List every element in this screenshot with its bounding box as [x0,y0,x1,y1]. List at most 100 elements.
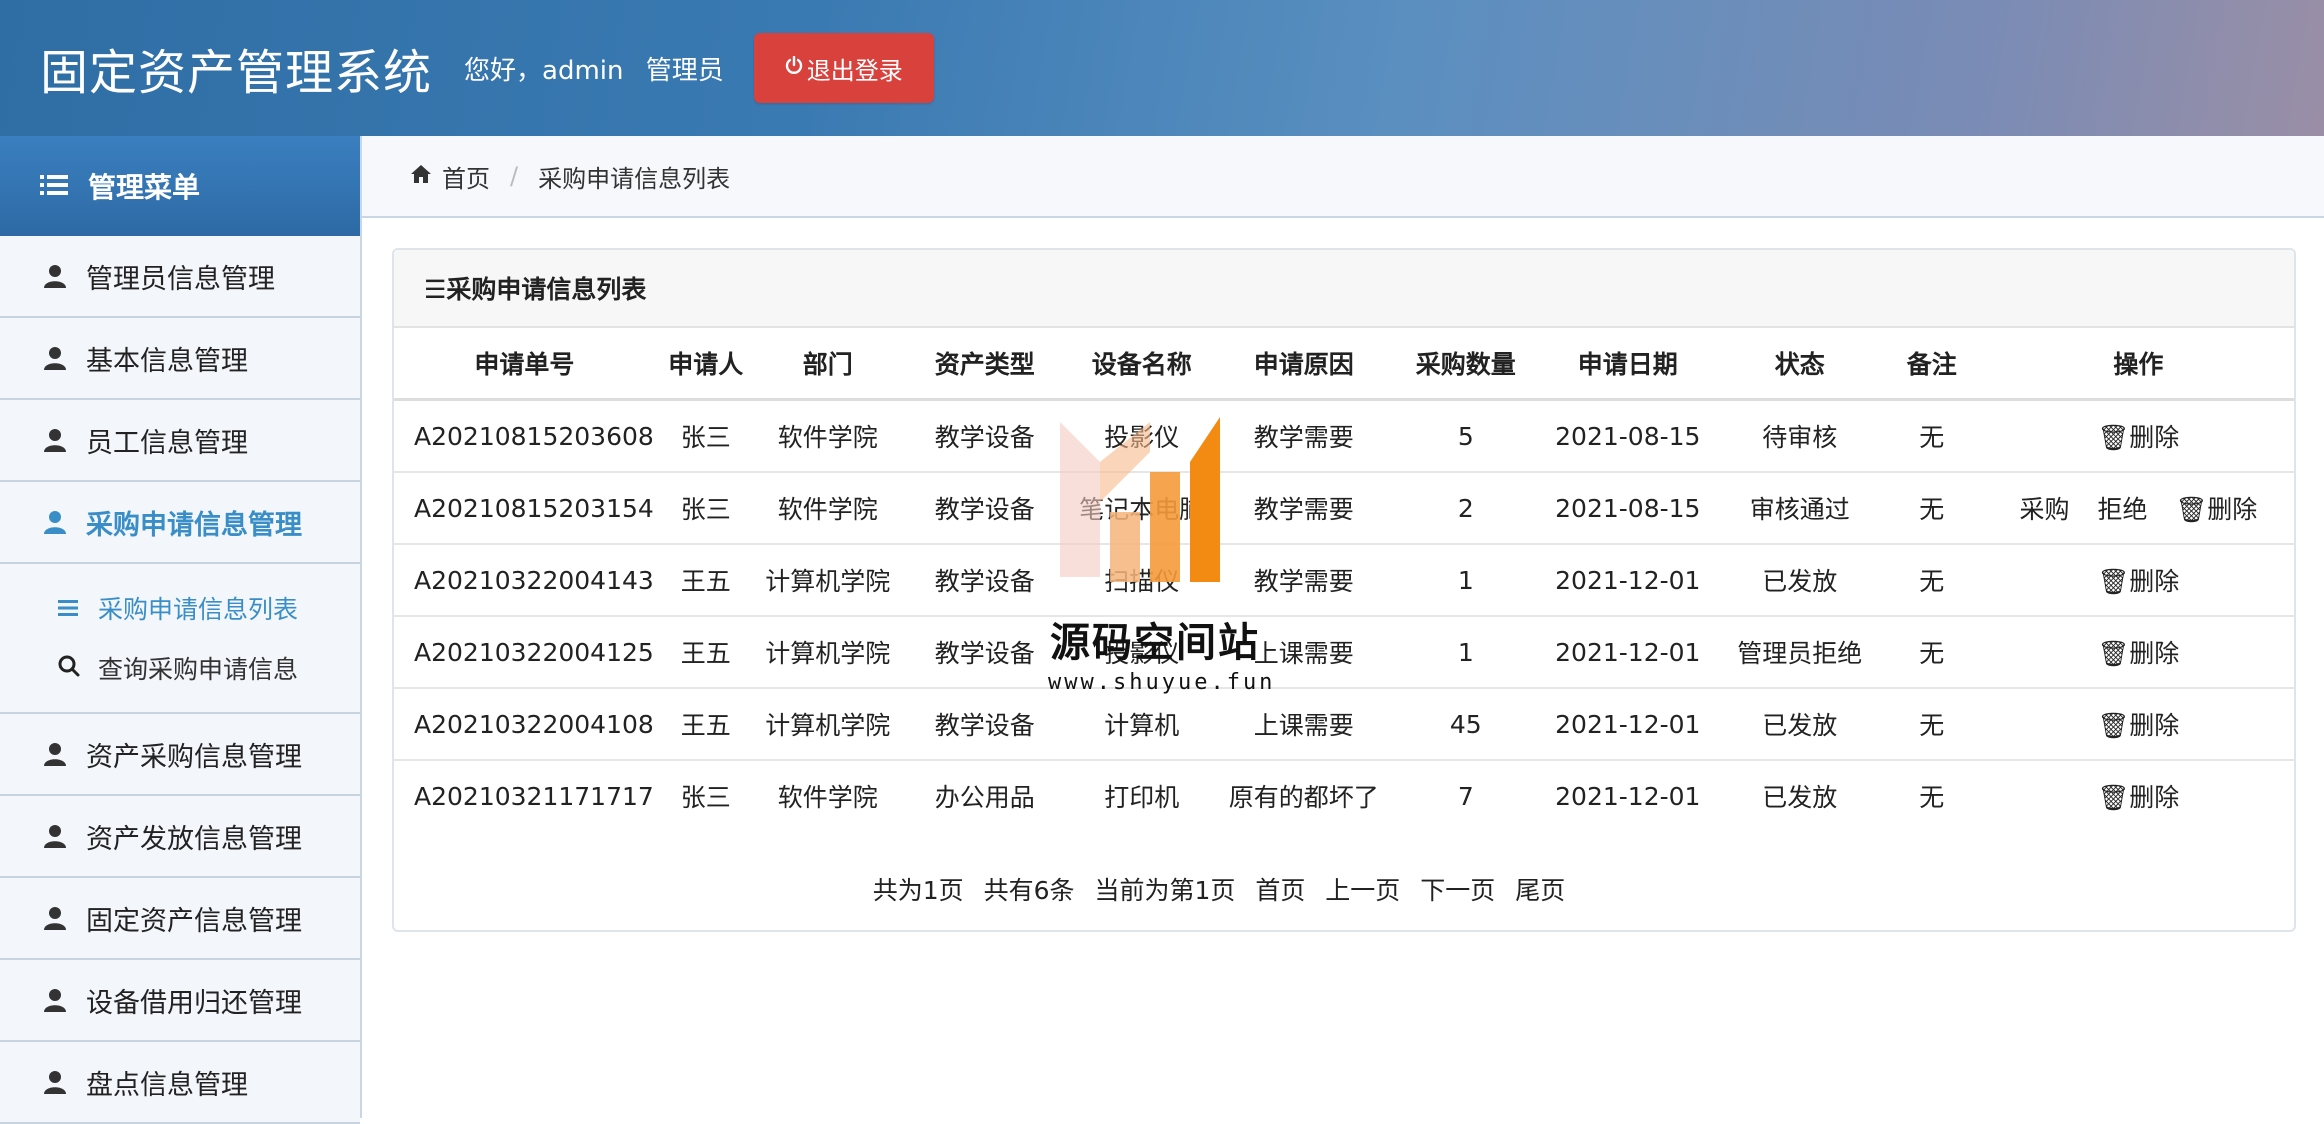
pager-first-link[interactable]: 首页 [1255,876,1305,905]
cell-date: 2021-12-01 [1536,543,1719,616]
cell-applicant: 王五 [654,543,757,616]
logout-label: 退出登录 [806,56,903,85]
sidebar-item-label: 盘点信息管理 [86,1069,248,1101]
list-icon [58,594,82,623]
sidebar-item-equipment-borrow[interactable]: 设备借用归还管理 [0,960,360,1042]
sidebar-item-label: 资产采购信息管理 [86,741,302,773]
cell-device: 投影仪 [1070,615,1213,688]
cell-reason: 教学需要 [1212,543,1395,616]
pager-total-items: 共有6条 [983,876,1075,905]
pager-last-link[interactable]: 尾页 [1515,876,1565,905]
role-text: 管理员 [645,55,724,86]
cell-actions: 🗑删除 [1982,759,2294,831]
column-header: 申请原因 [1212,328,1395,401]
table-row: A20210322004143 王五 计算机学院 教学设备 扫描仪 教学需要 1… [394,543,2294,616]
cell-status: 已发放 [1718,759,1881,831]
cell-actions: 🗑删除 [1982,543,2294,616]
sidebar-item-label: 固定资产信息管理 [86,905,302,937]
column-header: 申请单号 [394,328,655,401]
cell-date: 2021-08-15 [1536,471,1719,544]
sidebar-item-asset-distribution[interactable]: 资产发放信息管理 [0,796,360,878]
delete-button[interactable]: 🗑删除 [2098,634,2180,670]
cell-id: A20210322004143 [394,543,655,616]
cell-type: 教学设备 [898,398,1071,472]
cell-reason: 教学需要 [1212,471,1395,544]
sidebar-item-employee[interactable]: 员工信息管理 [0,400,360,482]
sidebar-item-label: 员工信息管理 [86,427,248,459]
power-icon [785,54,803,82]
cell-note: 无 [1880,398,1983,472]
delete-label: 删除 [2129,639,2180,668]
cell-date: 2021-12-01 [1536,615,1719,688]
cell-actions: 🗑删除 [1982,398,2294,472]
sidebar-item-inventory[interactable]: 盘点信息管理 [0,1042,360,1124]
trash-icon: 🗑 [2097,567,2130,596]
cell-reason: 原有的都坏了 [1212,759,1395,831]
delete-button[interactable]: 🗑删除 [2175,490,2257,526]
pager-next-link[interactable]: 下一页 [1420,876,1495,905]
delete-button[interactable]: 🗑删除 [2098,778,2180,814]
cell-id: A20210815203608 [394,398,655,472]
pagination: 共为1页 共有6条 当前为第1页 首页 上一页 下一页 尾页 [394,871,2044,907]
cell-id: A20210815203154 [394,471,655,544]
cell-dept: 软件学院 [756,471,899,544]
delete-button[interactable]: 🗑删除 [2098,418,2180,454]
cell-dept: 软件学院 [756,398,899,472]
sidebar-item-basic-info[interactable]: 基本信息管理 [0,318,360,400]
cell-device: 计算机 [1070,687,1213,760]
sidebar-item-label: 采购申请信息管理 [86,509,302,541]
user-icon [44,824,66,848]
cell-note: 无 [1880,759,1983,831]
cell-actions: 采购 拒绝 🗑删除 [1982,471,2294,544]
table-header-row: 申请单号 申请人 部门 资产类型 设备名称 申请原因 采购数量 申请日期 状态 … [394,328,2294,401]
logout-button[interactable]: 退出登录 [753,33,934,103]
submenu-item-search[interactable]: 查询采购申请信息 [0,638,360,698]
cell-dept: 计算机学院 [756,543,899,616]
cell-status: 已发放 [1718,687,1881,760]
breadcrumb-home[interactable]: 首页 [410,159,490,194]
sidebar-heading-label: 管理菜单 [88,171,201,204]
sidebar-item-purchase-request[interactable]: 采购申请信息管理 [0,482,360,564]
column-header: 采购数量 [1394,328,1537,401]
cell-device: 打印机 [1070,759,1213,831]
reject-button[interactable]: 拒绝 [2098,490,2148,526]
submenu-item-list[interactable]: 采购申请信息列表 [0,578,360,638]
cell-status: 审核通过 [1718,471,1881,544]
user-icon [44,428,66,452]
cell-applicant: 张三 [654,398,757,472]
cell-date: 2021-12-01 [1536,759,1719,831]
column-header: 部门 [756,328,899,401]
sidebar-item-asset-purchase[interactable]: 资产采购信息管理 [0,714,360,796]
top-header: 固定资产管理系统 您好，admin 管理员 退出登录 [0,0,2324,136]
purchase-button[interactable]: 采购 [2020,490,2070,526]
cell-qty: 45 [1394,687,1537,760]
delete-button[interactable]: 🗑删除 [2098,562,2180,598]
column-header: 资产类型 [898,328,1071,401]
table-row: A20210815203608 张三 软件学院 教学设备 投影仪 教学需要 5 … [394,398,2294,472]
table-row: A20210322004108 王五 计算机学院 教学设备 计算机 上课需要 4… [394,687,2294,760]
cell-reason: 上课需要 [1212,615,1395,688]
trash-icon: 🗑 [2097,639,2130,668]
cell-note: 无 [1880,543,1983,616]
delete-label: 删除 [2129,783,2180,812]
cell-type: 教学设备 [898,615,1071,688]
breadcrumb-separator: / [510,162,519,190]
sidebar-item-admin[interactable]: 管理员信息管理 [0,236,360,318]
cell-type: 办公用品 [898,759,1071,831]
trash-icon: 🗑 [2097,711,2130,740]
home-icon [410,162,432,190]
cell-qty: 7 [1394,759,1537,831]
cell-note: 无 [1880,471,1983,544]
cell-note: 无 [1880,615,1983,688]
purchase-request-submenu: 采购申请信息列表 查询采购申请信息 [0,564,360,714]
search-icon [58,654,82,683]
purchase-request-panel: ☰采购申请信息列表 申请单号 申请人 部门 资产类型 设备名称 申请原因 采购数… [392,248,2296,932]
cell-note: 无 [1880,687,1983,760]
sidebar-item-fixed-asset[interactable]: 固定资产信息管理 [0,878,360,960]
column-header: 操作 [1982,328,2294,401]
delete-button[interactable]: 🗑删除 [2098,706,2180,742]
delete-label: 删除 [2207,495,2258,524]
user-icon [44,346,66,370]
column-header: 设备名称 [1070,328,1213,401]
pager-prev-link[interactable]: 上一页 [1325,876,1400,905]
